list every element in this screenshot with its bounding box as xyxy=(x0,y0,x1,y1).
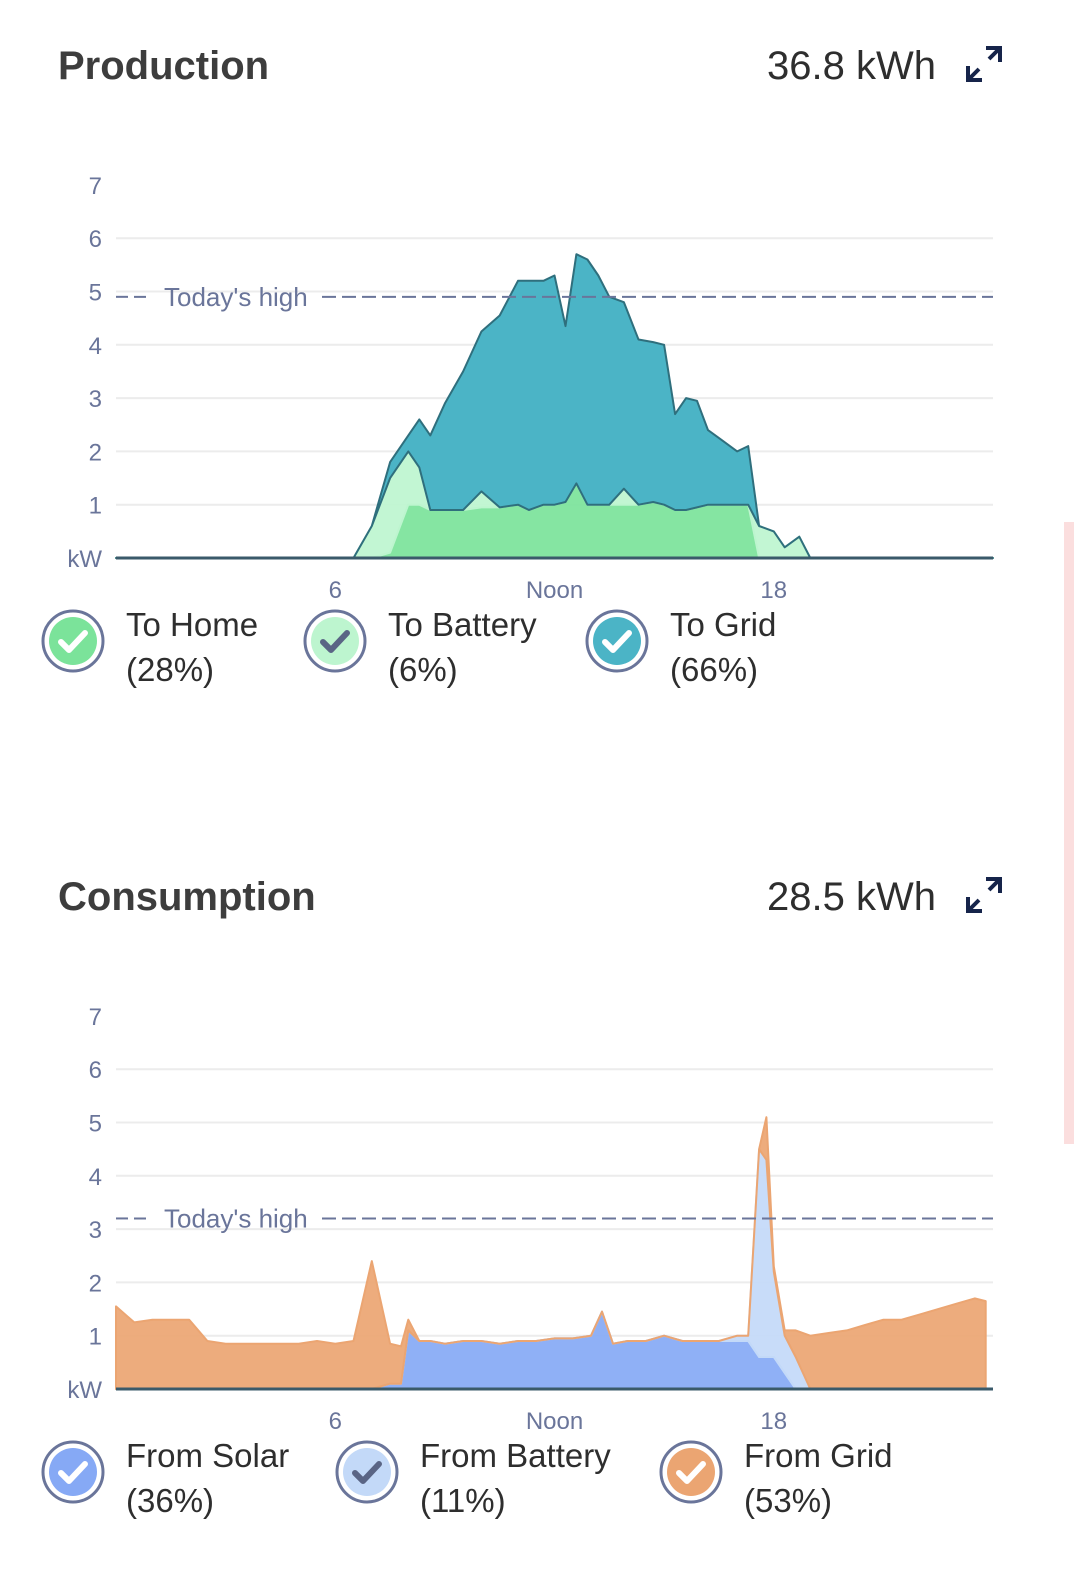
legend-label: To Grid xyxy=(670,606,777,643)
consumption-total: 28.5 kWh xyxy=(767,875,936,919)
legend-label: From Battery xyxy=(420,1437,611,1474)
legend-percentage: (36%) xyxy=(126,1482,215,1519)
y-tick-label: 4 xyxy=(89,1164,102,1191)
legend-percentage: (11%) xyxy=(420,1482,506,1519)
expand-arrows-icon xyxy=(966,46,1002,82)
consumption-expand-button[interactable] xyxy=(962,873,1006,917)
x-tick-label: 18 xyxy=(760,577,787,604)
checkbox-checked-icon[interactable] xyxy=(658,1439,724,1505)
checkbox-checked-icon[interactable] xyxy=(584,608,650,674)
checkbox-checked-icon[interactable] xyxy=(40,1439,106,1505)
consumption-title: Consumption xyxy=(58,875,316,919)
x-tick-label: Noon xyxy=(526,1408,583,1435)
x-tick-label: 18 xyxy=(760,1408,787,1435)
consumption-legend: From Solar (36%) From Battery (11%) From Gri… xyxy=(40,1433,1040,1533)
y-tick-label: 1 xyxy=(89,493,102,520)
production-title: Production xyxy=(58,44,270,88)
y-tick-label: 5 xyxy=(89,1111,102,1138)
checkbox-checked-icon[interactable] xyxy=(302,608,368,674)
y-tick-label: kW xyxy=(67,546,102,573)
x-tick-label: 6 xyxy=(329,577,342,604)
y-tick-label: 1 xyxy=(89,1324,102,1351)
y-tick-label: 6 xyxy=(89,1057,102,1084)
legend-label: To Battery xyxy=(388,606,537,643)
legend-percentage: (28%) xyxy=(126,651,215,688)
y-tick-label: 4 xyxy=(89,333,102,360)
production-legend: To Home (28%) To Battery (6%) To Grid (66%) xyxy=(40,602,1040,702)
expand-arrows-icon xyxy=(966,877,1002,913)
production-total: 36.8 kWh xyxy=(767,44,936,88)
x-tick-label: Noon xyxy=(526,577,583,604)
consumption-panel: Consumption 28.5 kWh kW 1 2 3 4 5 6 7 Today's hi… xyxy=(0,873,1040,1533)
consumption-header: Consumption 28.5 kWh xyxy=(58,873,1040,933)
y-tick-label: 3 xyxy=(89,386,102,413)
scroll-indicator[interactable] xyxy=(1064,522,1074,1144)
legend-percentage: (66%) xyxy=(670,651,759,688)
y-tick-label: kW xyxy=(67,1377,102,1404)
legend-label: From Solar xyxy=(126,1437,290,1474)
todays-high-label: Today's high xyxy=(164,282,308,312)
legend-percentage: (6%) xyxy=(388,651,458,688)
production-header: Production 36.8 kWh xyxy=(58,42,1040,102)
y-tick-label: 2 xyxy=(89,1270,102,1297)
legend-label: To Home xyxy=(126,606,259,643)
x-tick-label: 6 xyxy=(329,1408,342,1435)
y-tick-label: 2 xyxy=(89,439,102,466)
production-chart: kW 1 2 3 4 5 6 7 Today's high 6 Noon 18 xyxy=(67,173,994,604)
checkbox-checked-icon[interactable] xyxy=(334,1439,400,1505)
y-tick-label: 6 xyxy=(89,226,102,253)
y-tick-label: 5 xyxy=(89,280,102,307)
legend-label: From Grid xyxy=(744,1437,893,1474)
y-tick-label: 3 xyxy=(89,1217,102,1244)
y-tick-label: 7 xyxy=(89,1004,102,1031)
production-panel: Production 36.8 kWh kW 1 2 3 4 5 6 7 Today's hig… xyxy=(0,42,1040,702)
todays-high-label: Today's high xyxy=(164,1203,308,1233)
y-tick-label: 7 xyxy=(89,173,102,200)
legend-percentage: (53%) xyxy=(744,1482,833,1519)
checkbox-checked-icon[interactable] xyxy=(40,608,106,674)
production-expand-button[interactable] xyxy=(962,42,1006,86)
consumption-chart: kW 1 2 3 4 5 6 7 Today's high 6 Noon 18 xyxy=(67,1004,993,1435)
